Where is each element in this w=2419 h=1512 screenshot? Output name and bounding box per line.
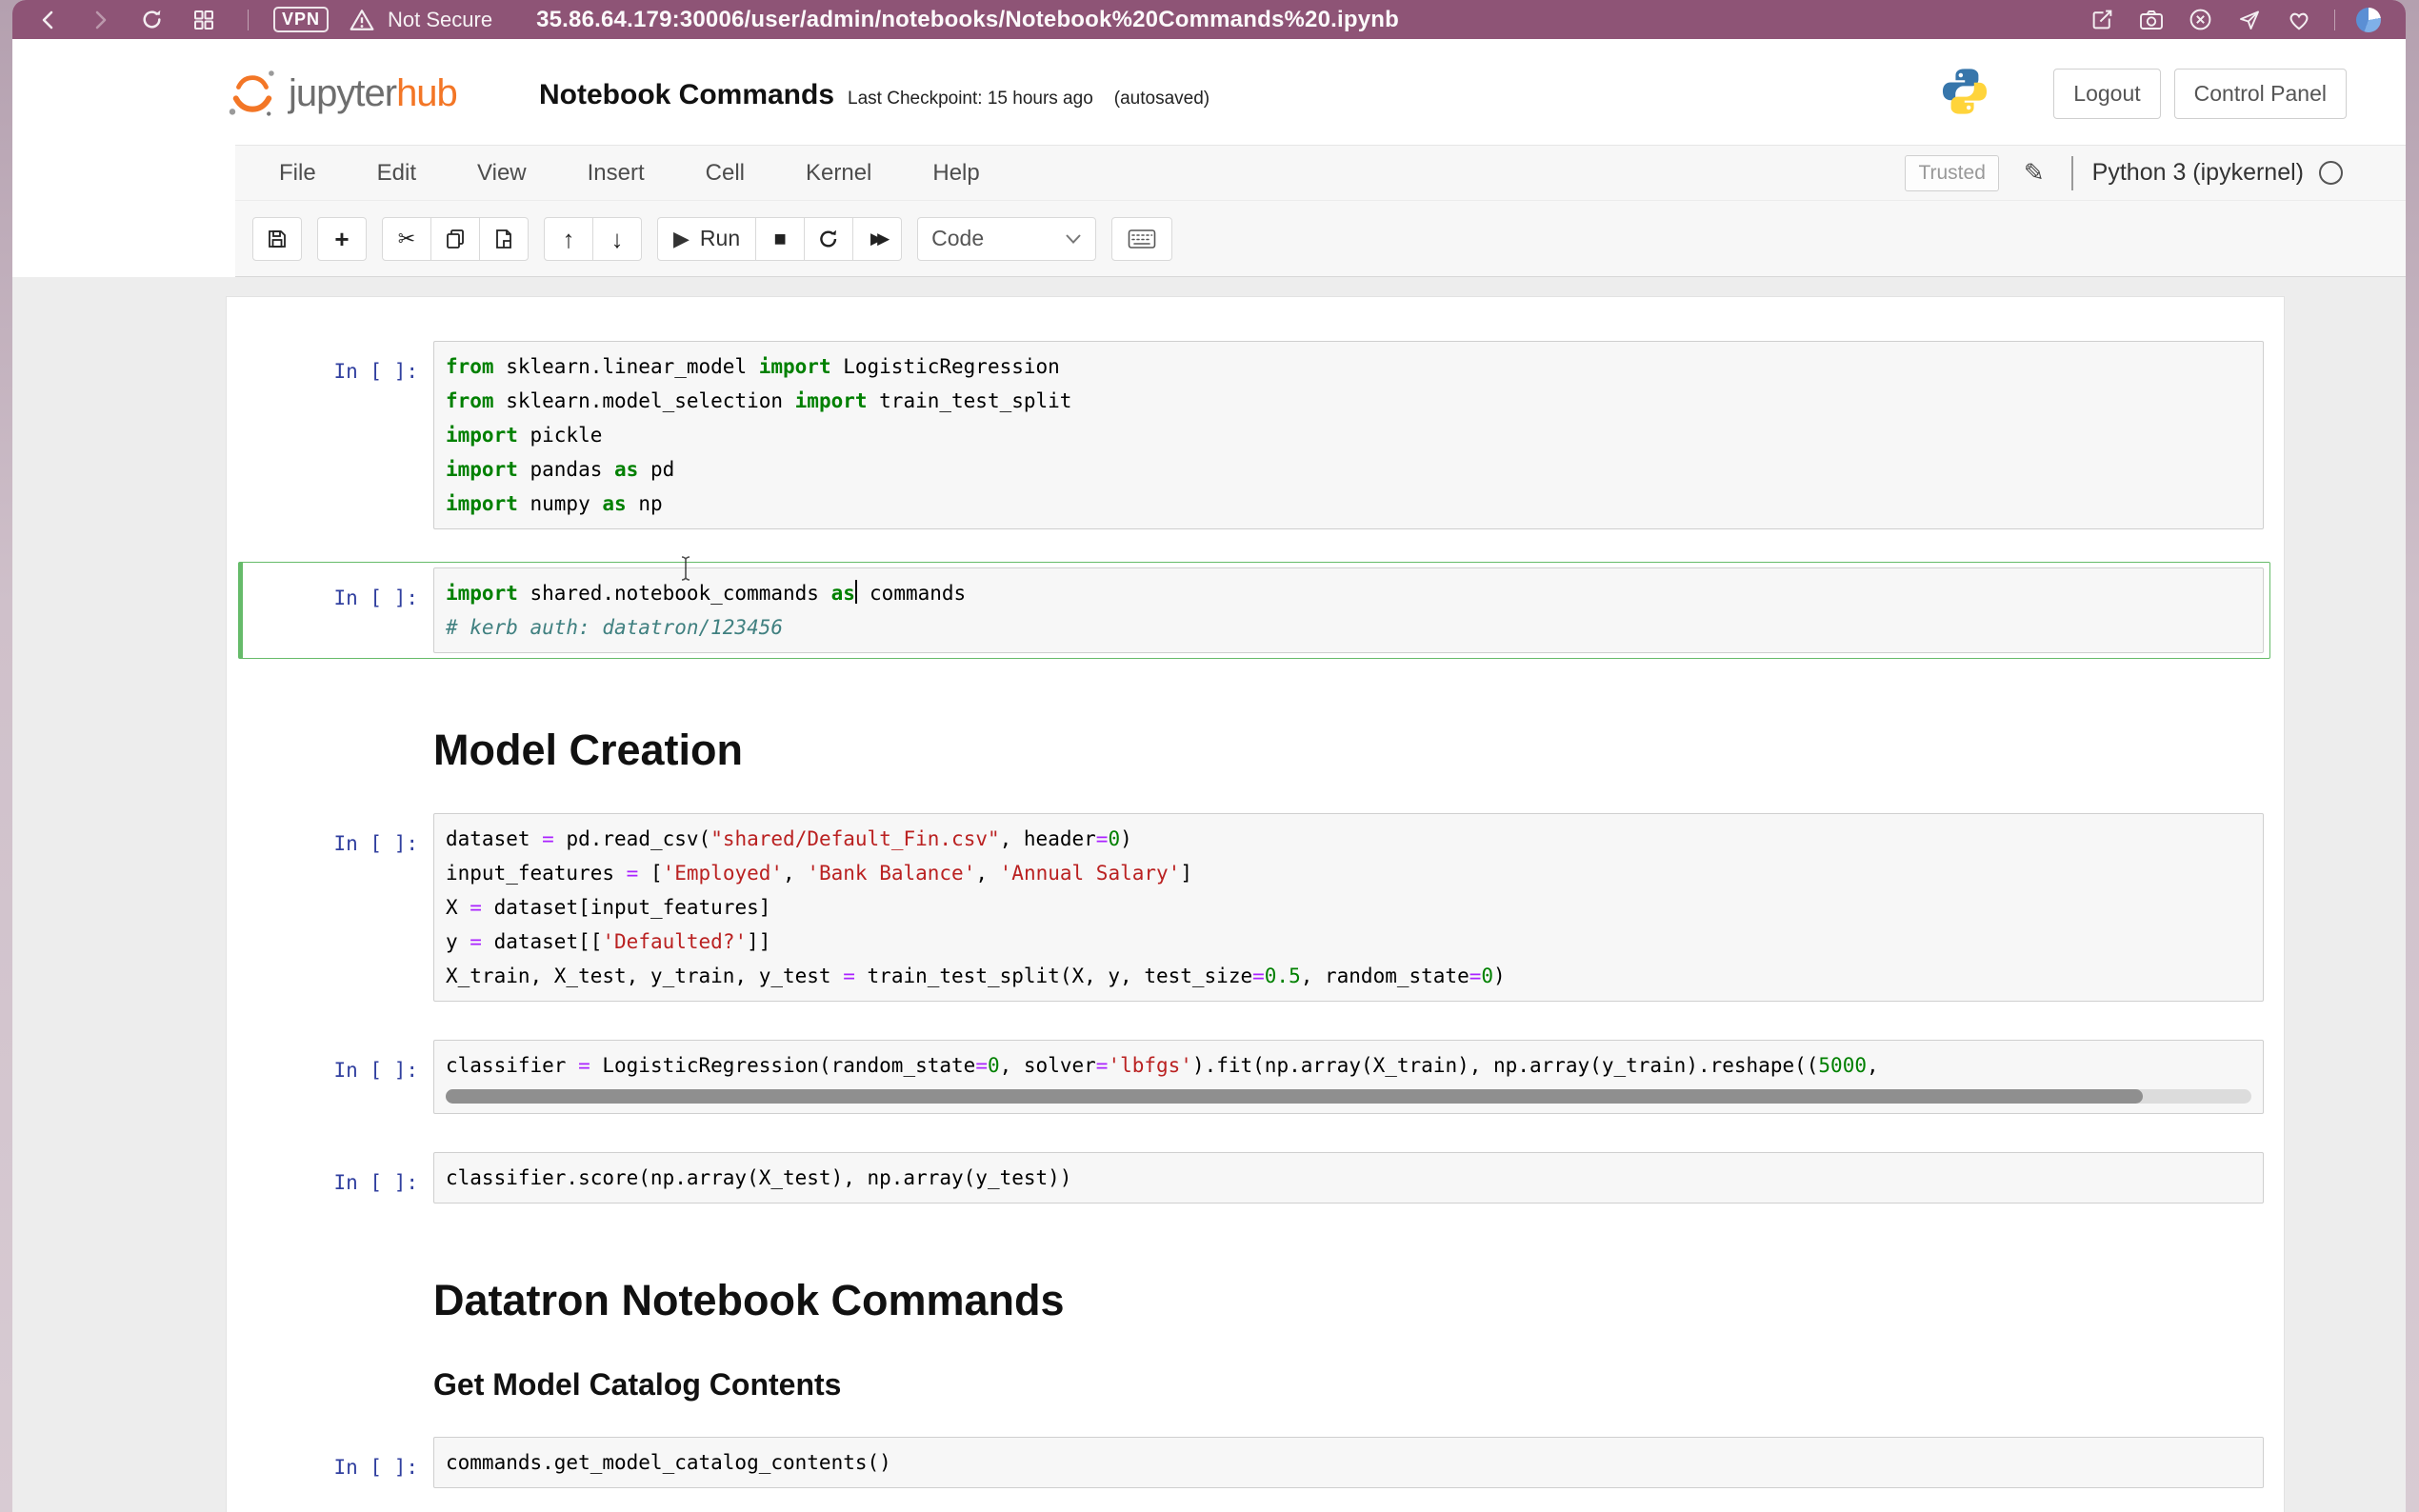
browser-toolbar: VPN Not Secure 35.86.64.179:30006/user/a… — [12, 0, 2406, 39]
share-icon[interactable] — [2090, 8, 2114, 31]
forward-icon[interactable] — [89, 9, 111, 31]
chevron-down-icon — [1065, 233, 1082, 245]
copy-button[interactable] — [430, 217, 480, 261]
notebook-body: In [ ]:from sklearn.linear_model import … — [12, 277, 2406, 1512]
cell-prompt: In [ ]: — [243, 567, 433, 653]
camera-icon[interactable] — [2139, 9, 2164, 31]
cell-prompt: In [ ]: — [243, 341, 433, 529]
checkpoint-status: Last Checkpoint: 15 hours ago — [848, 89, 1093, 109]
chrome-divider — [248, 10, 249, 30]
move-cell-up-button[interactable]: ↑ — [544, 217, 593, 261]
code-input[interactable]: classifier = LogisticRegression(random_s… — [433, 1040, 2264, 1114]
run-label: Run — [700, 226, 740, 251]
close-circle-icon[interactable] — [2189, 8, 2212, 31]
code-cell[interactable]: In [ ]:classifier = LogisticRegression(r… — [238, 1034, 2270, 1120]
logo-text: jupyterhub — [289, 72, 457, 115]
notebook-cells: In [ ]:from sklearn.linear_model import … — [226, 296, 2285, 1512]
move-cell-down-button[interactable]: ↓ — [592, 217, 642, 261]
menu-help[interactable]: Help — [932, 160, 979, 187]
chrome-divider-right — [2334, 10, 2335, 30]
cell-prompt: In [ ]: — [243, 1152, 433, 1204]
restart-icon — [817, 228, 840, 250]
text-cursor-pointer — [679, 555, 692, 582]
code-cell[interactable]: In [ ]:from sklearn.linear_model import … — [238, 335, 2270, 535]
code-cell[interactable]: In [ ]:dataset = pd.read_csv("shared/Def… — [238, 807, 2270, 1007]
scissors-icon: ✂ — [398, 229, 415, 249]
back-icon[interactable] — [37, 9, 60, 31]
scrollbar-thumb[interactable] — [446, 1089, 2143, 1104]
restart-run-all-button[interactable]: ▶▶ — [852, 217, 902, 261]
edit-title-icon[interactable]: ✎ — [2024, 158, 2045, 188]
warning-icon — [350, 9, 374, 31]
left-margin — [12, 145, 235, 277]
markdown-heading: Get Model Catalog Contents — [433, 1367, 2284, 1403]
notebook-title[interactable]: Notebook Commands — [539, 79, 834, 111]
menu-file[interactable]: File — [279, 160, 316, 187]
add-cell-button[interactable]: + — [317, 217, 367, 261]
cell-prompt: In [ ]: — [243, 813, 433, 1002]
save-button[interactable] — [252, 217, 302, 261]
reload-icon[interactable] — [140, 8, 164, 31]
jupyterhub-logo[interactable]: jupyterhub — [226, 67, 457, 120]
kernel-name[interactable]: Python 3 (ipykernel) — [2092, 159, 2304, 187]
keyboard-icon — [1128, 229, 1156, 249]
autosave-status: (autosaved) — [1114, 89, 1210, 109]
code-cell[interactable]: In [ ]:classifier.score(np.array(X_test)… — [238, 1146, 2270, 1209]
cell-type-value: Code — [931, 226, 984, 251]
markdown-heading: Model Creation — [433, 726, 2284, 775]
copy-icon — [444, 228, 467, 250]
code-input[interactable]: import shared.notebook_commands as comma… — [433, 567, 2264, 653]
paste-button[interactable] — [479, 217, 529, 261]
code-input[interactable]: dataset = pd.read_csv("shared/Default_Fi… — [433, 813, 2264, 1002]
code-cell[interactable]: In [ ]:commands.get_model_catalog_conten… — [238, 1431, 2270, 1494]
address-bar-url[interactable]: 35.86.64.179:30006/user/admin/notebooks/… — [536, 7, 1399, 33]
tab-grid-icon[interactable] — [192, 9, 215, 31]
menu-edit[interactable]: Edit — [377, 160, 416, 187]
menu-view[interactable]: View — [477, 160, 527, 187]
security-label[interactable]: Not Secure — [388, 8, 492, 32]
fast-forward-icon: ▶▶ — [870, 230, 884, 247]
paste-icon — [492, 228, 515, 250]
horizontal-scrollbar[interactable] — [446, 1089, 2251, 1104]
code-input[interactable]: from sklearn.linear_model import Logisti… — [433, 341, 2264, 529]
cell-prompt: In [ ]: — [243, 1437, 433, 1488]
restart-kernel-button[interactable] — [804, 217, 853, 261]
menu-items: File Edit View Insert Cell Kernel Help — [235, 160, 980, 187]
arrow-up-icon: ↑ — [563, 227, 575, 251]
code-input[interactable]: classifier.score(np.array(X_test), np.ar… — [433, 1152, 2264, 1204]
play-icon: ▶ — [673, 229, 690, 249]
menu-cell[interactable]: Cell — [706, 160, 745, 187]
cut-button[interactable]: ✂ — [382, 217, 431, 261]
arrow-down-icon: ↓ — [611, 227, 624, 251]
heart-icon[interactable] — [2287, 9, 2311, 31]
floppy-icon — [266, 228, 289, 250]
profile-avatar[interactable] — [2356, 8, 2381, 32]
kernel-divider — [2071, 156, 2073, 190]
run-button[interactable]: ▶ Run — [657, 217, 756, 261]
jupyter-logo-icon — [226, 67, 279, 120]
menu-kernel[interactable]: Kernel — [806, 160, 871, 187]
code-cell-selected[interactable]: In [ ]:import shared.notebook_commands a… — [238, 562, 2270, 659]
code-input[interactable]: commands.get_model_catalog_contents() — [433, 1437, 2264, 1488]
cell-type-select[interactable]: Code — [917, 217, 1096, 261]
interrupt-kernel-button[interactable]: ■ — [755, 217, 805, 261]
kernel-idle-icon — [2319, 161, 2343, 185]
command-palette-button[interactable] — [1111, 217, 1172, 261]
menu-insert[interactable]: Insert — [588, 160, 645, 187]
trusted-badge[interactable]: Trusted — [1905, 155, 1998, 191]
browser-window: VPN Not Secure 35.86.64.179:30006/user/a… — [12, 0, 2406, 1512]
python-logo-icon — [1939, 66, 1990, 122]
notebook-header: jupyterhub Notebook Commands Last Checkp… — [12, 39, 2406, 145]
send-icon[interactable] — [2237, 9, 2262, 31]
plus-icon: + — [334, 227, 349, 251]
vpn-badge[interactable]: VPN — [273, 7, 329, 32]
markdown-heading: Datatron Notebook Commands — [433, 1276, 2284, 1325]
menubar: File Edit View Insert Cell Kernel Help Trusted… — [235, 145, 2406, 200]
notebook-toolbar: + ✂ ↑ ↓ ▶ Run ■ ▶▶ Code — [235, 200, 2406, 277]
cell-prompt: In [ ]: — [243, 1040, 433, 1114]
stop-icon: ■ — [773, 229, 786, 249]
control-panel-button[interactable]: Control Panel — [2174, 69, 2347, 119]
logout-button[interactable]: Logout — [2053, 69, 2160, 119]
